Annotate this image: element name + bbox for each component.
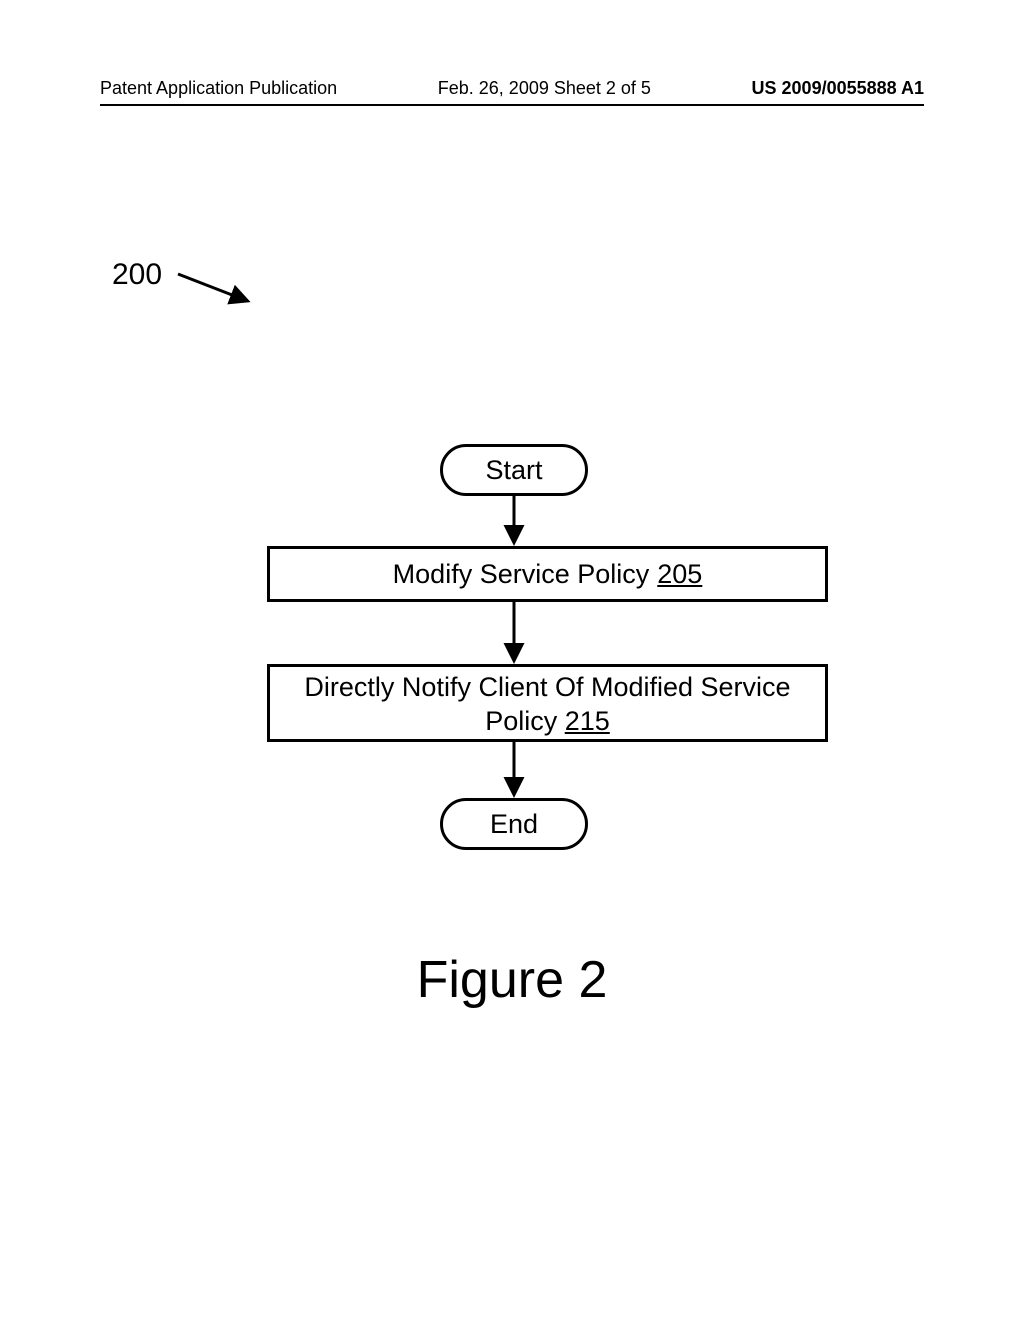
reference-callout-arrow <box>178 274 245 300</box>
process-box-215: Directly Notify Client Of Modified Servi… <box>267 664 828 742</box>
process-215-ref: 215 <box>565 706 610 736</box>
diagram-reference-number: 200 <box>112 258 162 292</box>
flowchart-diagram: 200 Start Modify Service Policy 205 Dire… <box>0 0 1024 1320</box>
start-label: Start <box>485 455 542 486</box>
end-terminator: End <box>440 798 588 850</box>
process-205-text: Modify Service Policy <box>393 559 650 590</box>
figure-title: Figure 2 <box>0 950 1024 1010</box>
process-205-ref: 205 <box>657 559 702 590</box>
process-215-text: Directly Notify Client Of Modified Servi… <box>304 672 790 736</box>
flowchart-connectors <box>0 0 1024 1320</box>
process-box-205: Modify Service Policy 205 <box>267 546 828 602</box>
start-terminator: Start <box>440 444 588 496</box>
end-label: End <box>490 809 538 840</box>
